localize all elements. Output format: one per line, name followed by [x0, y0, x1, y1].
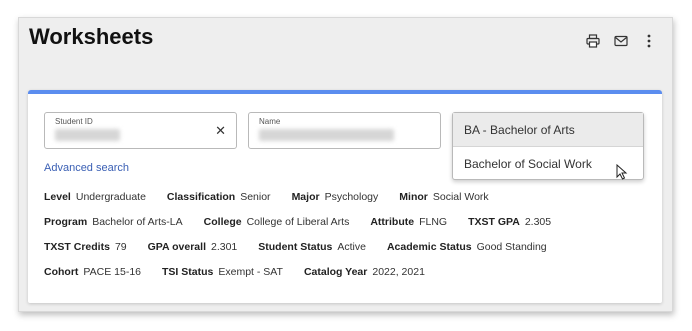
dropdown-option-label: Bachelor of Social Work [464, 157, 592, 171]
page-title: Worksheets [29, 24, 154, 49]
student-id-field[interactable]: Student ID ✕ [44, 112, 237, 149]
info-academic-status: Academic Status Good Standing [386, 241, 547, 253]
info-row: TXST Credits 79 GPA overall 2.301 Studen… [44, 241, 568, 253]
student-id-label: Student ID [55, 117, 93, 126]
info-gpa-overall: GPA overall 2.301 [147, 241, 238, 253]
info-txst-credits: TXST Credits 79 [44, 241, 127, 253]
info-row: Level Undergraduate Classification Senio… [44, 191, 510, 203]
name-value-redacted [259, 129, 394, 141]
info-college: College College of Liberal Arts [203, 216, 350, 228]
worksheet-card: Student ID ✕ Name BA - Bachelor of Arts … [28, 90, 662, 303]
info-cohort: Cohort PACE 15-16 [44, 266, 142, 278]
mail-icon[interactable] [612, 32, 630, 50]
printer-icon[interactable] [584, 32, 602, 50]
info-row: Cohort PACE 15-16 TSI Status Exempt - SA… [44, 266, 446, 278]
name-label: Name [259, 117, 281, 126]
dropdown-option-label: BA - Bachelor of Arts [464, 122, 575, 137]
dropdown-option[interactable]: Bachelor of Social Work [453, 147, 643, 181]
info-catalog-year: Catalog Year 2022, 2021 [303, 266, 425, 278]
more-vertical-icon[interactable] [640, 32, 658, 50]
info-attribute: Attribute FLNG [370, 216, 448, 228]
info-student-status: Student Status Active [258, 241, 366, 253]
info-txst-gpa: TXST GPA 2.305 [468, 216, 552, 228]
info-tsi-status: TSI Status Exempt - SAT [162, 266, 283, 278]
app-window: Worksheets Student ID ✕ Name BA - Bachel… [18, 17, 673, 312]
info-major: Major Psychology [291, 191, 379, 203]
advanced-search-link[interactable]: Advanced search [44, 162, 129, 174]
dropdown-option[interactable]: BA - Bachelor of Arts [453, 113, 643, 147]
student-id-value-redacted [55, 129, 120, 141]
info-row: Program Bachelor of Arts-LA College Coll… [44, 216, 572, 228]
info-minor: Minor Social Work [399, 191, 489, 203]
info-level: Level Undergraduate [44, 191, 146, 203]
name-field[interactable]: Name [248, 112, 441, 149]
mouse-cursor-icon [616, 163, 628, 185]
header-actions [584, 32, 658, 50]
clear-icon[interactable]: ✕ [215, 124, 226, 137]
info-classification: Classification Senior [166, 191, 271, 203]
info-program: Program Bachelor of Arts-LA [44, 216, 183, 228]
